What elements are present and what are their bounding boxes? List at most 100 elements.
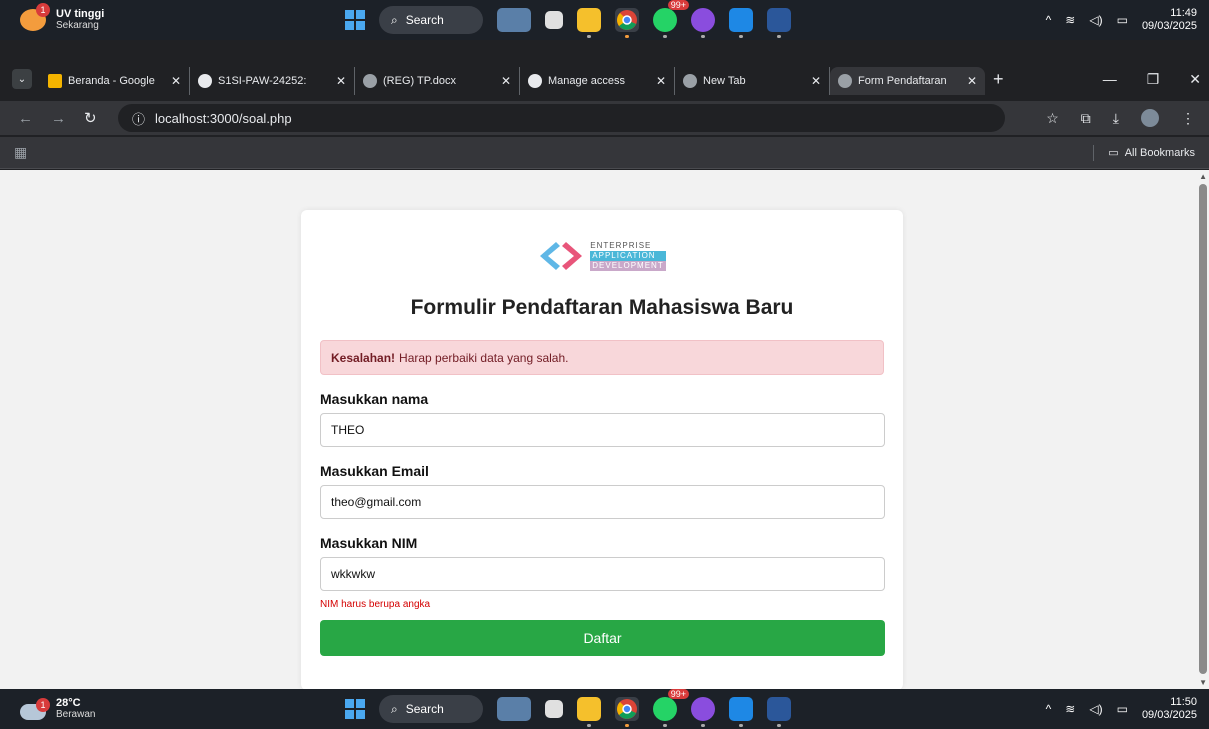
- github-icon: [528, 74, 542, 88]
- battery-icon[interactable]: ▭: [1117, 702, 1128, 716]
- cloud-icon: 1: [20, 698, 50, 720]
- start-button[interactable]: [345, 699, 365, 719]
- tab-strip: ⌄ Beranda - Google ✕ S1SI-PAW-24252: ✕ (…: [0, 63, 1209, 95]
- file-explorer-icon[interactable]: [577, 697, 601, 727]
- chrome-logo-icon: [683, 74, 697, 88]
- widgets-icon[interactable]: [497, 697, 531, 721]
- page-title: Formulir Pendaftaran Mahasiswa Baru: [410, 296, 794, 319]
- clock[interactable]: 11:50 09/03/2025: [1142, 696, 1197, 722]
- download-icon[interactable]: ⤓: [1113, 110, 1119, 127]
- word-icon[interactable]: [767, 697, 791, 727]
- tab-search-button[interactable]: ⌄: [12, 69, 32, 89]
- taskbar-bottom: 1 28°C Berawan ⌕ Search 99+ ^ ≋ ◁) ▭ 11:…: [0, 689, 1209, 729]
- email-label: Masukkan Email: [320, 463, 429, 479]
- weather-widget[interactable]: 1 28°C Berawan: [20, 697, 95, 721]
- notification-badge: 1: [36, 3, 50, 17]
- form-card: ENTERPRISE APPLICATION DEVELOPMENT Formu…: [301, 210, 903, 689]
- tab-new-tab[interactable]: New Tab ✕: [675, 67, 830, 95]
- taskbar-search[interactable]: ⌕ Search: [379, 6, 483, 34]
- tab-tp-docx[interactable]: (REG) TP.docx ✕: [355, 67, 520, 95]
- address-bar[interactable]: ⓘ localhost:3000/soal.php: [118, 104, 1005, 132]
- scroll-up-icon[interactable]: ▲: [1199, 172, 1207, 181]
- uv-icon: 1: [20, 3, 50, 31]
- tab-google-drive[interactable]: Beranda - Google ✕: [40, 67, 190, 95]
- chevron-up-icon[interactable]: ^: [1046, 702, 1052, 716]
- nim-error-message: NIM harus berupa angka: [320, 599, 431, 610]
- battery-icon[interactable]: ▭: [1117, 13, 1128, 27]
- restore-icon[interactable]: ❐: [1147, 71, 1160, 88]
- start-button[interactable]: [345, 10, 365, 30]
- tab-form-pendaftaran[interactable]: Form Pendaftaran ✕: [830, 67, 985, 95]
- toolbar: ← → ↻ ⓘ localhost:3000/soal.php ☆ ⧉ ⤓ ⋮: [0, 101, 1209, 135]
- file-explorer-icon[interactable]: [577, 8, 601, 38]
- close-window-icon[interactable]: ✕: [1189, 71, 1201, 88]
- close-icon[interactable]: ✕: [501, 74, 511, 88]
- close-icon[interactable]: ✕: [811, 74, 821, 88]
- github-desktop-icon[interactable]: [691, 697, 715, 727]
- chrome-icon[interactable]: [615, 697, 639, 727]
- vscode-icon[interactable]: [729, 8, 753, 38]
- tab-manage-access[interactable]: Manage access ✕: [520, 67, 675, 95]
- url-text: localhost:3000/soal.php: [155, 110, 292, 126]
- new-tab-button[interactable]: +: [993, 69, 1004, 90]
- taskbar-top: 1 UV tinggi Sekarang ⌕ Search 99+ ^ ≋ ◁): [0, 0, 1209, 40]
- search-icon: ⌕: [391, 701, 398, 716]
- vscode-icon[interactable]: [729, 697, 753, 727]
- ead-logo-icon: [540, 242, 583, 270]
- alert-strong: Kesalahan!: [331, 350, 396, 365]
- whatsapp-icon[interactable]: 99+: [653, 689, 689, 727]
- close-icon[interactable]: ✕: [656, 74, 666, 88]
- search-icon: ⌕: [391, 12, 398, 27]
- page-viewport: ENTERPRISE APPLICATION DEVELOPMENT Formu…: [0, 170, 1209, 689]
- profile-avatar[interactable]: [1141, 109, 1159, 127]
- close-icon[interactable]: ✕: [336, 74, 346, 88]
- close-icon[interactable]: ✕: [171, 74, 181, 88]
- email-input[interactable]: [320, 485, 885, 519]
- name-label: Masukkan nama: [320, 391, 429, 407]
- task-view-icon[interactable]: [545, 11, 563, 29]
- whatsapp-badge: 99+: [667, 689, 689, 699]
- taskbar-search[interactable]: ⌕ Search: [379, 695, 483, 723]
- scroll-down-icon[interactable]: ▼: [1199, 678, 1207, 687]
- close-icon[interactable]: ✕: [967, 74, 977, 88]
- whatsapp-badge: 99+: [667, 0, 689, 10]
- clock[interactable]: 11:49 09/03/2025: [1142, 7, 1197, 33]
- menu-icon[interactable]: ⋮: [1181, 110, 1195, 127]
- notification-subtitle: Sekarang: [56, 20, 99, 31]
- volume-icon[interactable]: ◁): [1089, 702, 1102, 716]
- bookmark-star-icon[interactable]: ☆: [1046, 110, 1059, 127]
- site-icon: [198, 74, 212, 88]
- site-info-icon[interactable]: ⓘ: [132, 109, 145, 128]
- scrollbar[interactable]: ▲ ▼: [1197, 170, 1209, 689]
- globe-icon: [838, 74, 852, 88]
- folder-icon: ▭: [1108, 147, 1119, 159]
- reload-icon[interactable]: ↻: [84, 109, 97, 127]
- nim-input[interactable]: [320, 557, 885, 591]
- widgets-icon[interactable]: [497, 8, 531, 32]
- chevron-up-icon[interactable]: ^: [1046, 13, 1052, 27]
- chrome-icon[interactable]: [615, 8, 639, 38]
- all-bookmarks-button[interactable]: ▭ All Bookmarks: [1108, 146, 1195, 160]
- github-desktop-icon[interactable]: [691, 8, 715, 38]
- forward-icon[interactable]: →: [51, 110, 66, 127]
- weather-condition: Berawan: [56, 709, 96, 720]
- scroll-thumb[interactable]: [1199, 184, 1207, 674]
- task-view-icon[interactable]: [545, 700, 563, 718]
- volume-icon[interactable]: ◁): [1089, 13, 1102, 27]
- minimize-icon[interactable]: —: [1103, 71, 1117, 88]
- wifi-icon[interactable]: ≋: [1065, 13, 1075, 27]
- submit-button[interactable]: Daftar: [320, 620, 885, 656]
- word-icon[interactable]: [767, 8, 791, 38]
- bookmarks-bar: ▦ ▭ All Bookmarks: [0, 137, 1209, 169]
- nim-label: Masukkan NIM: [320, 535, 418, 551]
- name-input[interactable]: [320, 413, 885, 447]
- tab-paw[interactable]: S1SI-PAW-24252: ✕: [190, 67, 355, 95]
- apps-grid-icon[interactable]: ▦: [14, 144, 27, 161]
- back-icon[interactable]: ←: [18, 110, 33, 127]
- wifi-icon[interactable]: ≋: [1065, 702, 1075, 716]
- whatsapp-icon[interactable]: 99+: [653, 0, 689, 38]
- notification-widget[interactable]: 1 UV tinggi Sekarang: [20, 3, 104, 32]
- temperature: 28°C: [56, 697, 81, 709]
- globe-icon: [363, 74, 377, 88]
- extensions-icon[interactable]: ⧉: [1081, 110, 1091, 127]
